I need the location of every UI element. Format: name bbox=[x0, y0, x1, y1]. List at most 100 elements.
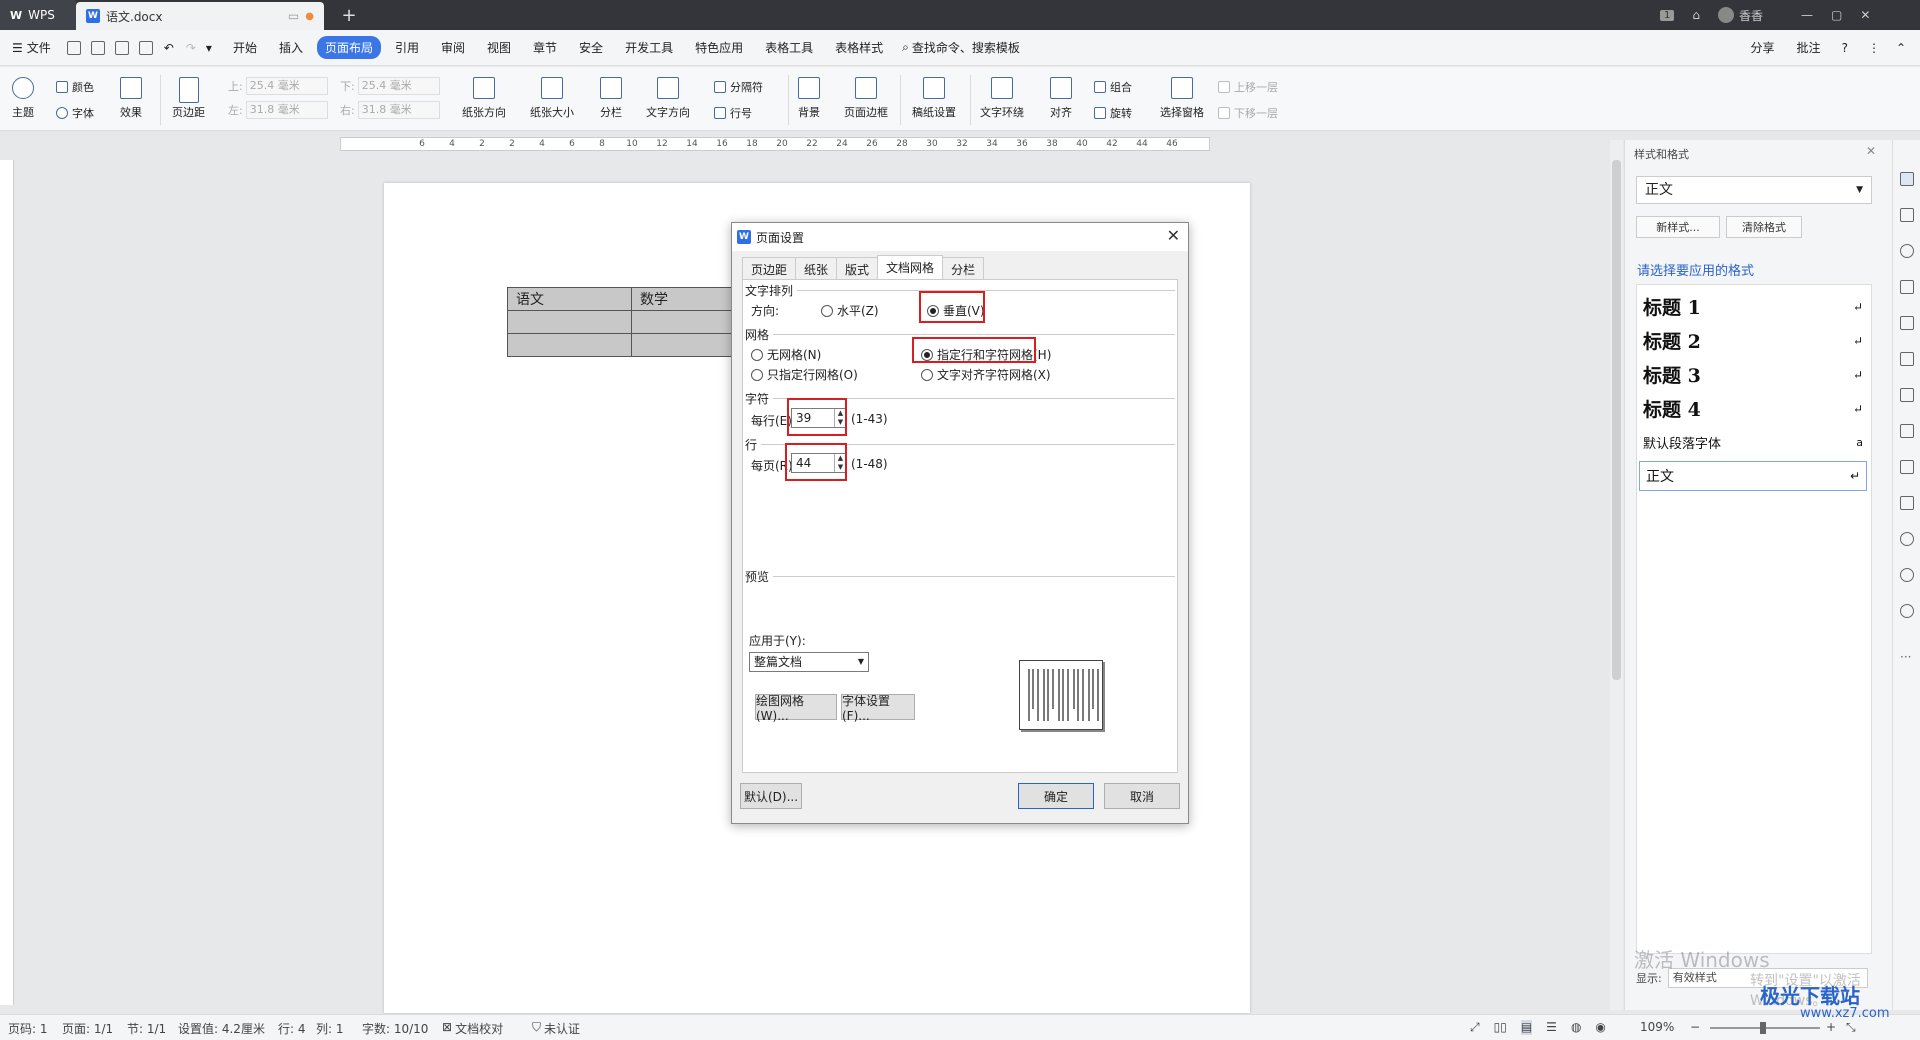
draw-grid-button[interactable]: 绘图网格(W)... bbox=[755, 694, 837, 723]
minimize-icon[interactable]: — bbox=[1801, 8, 1813, 22]
scrollbar-thumb[interactable] bbox=[1612, 160, 1621, 680]
status-setting-value[interactable]: 设置值: 4.2厘米 bbox=[178, 1020, 265, 1037]
left-margin-field[interactable]: 左: 31.8 毫米 bbox=[228, 101, 328, 119]
background-button[interactable]: 背景 bbox=[798, 77, 820, 120]
proofread-button[interactable]: ⊠ 文档校对 bbox=[442, 1020, 503, 1037]
menu-security[interactable]: 安全 bbox=[571, 36, 611, 59]
orientation-button[interactable]: 纸张方向 bbox=[462, 77, 506, 120]
collapse-ribbon-icon[interactable]: ⌃ bbox=[1896, 41, 1906, 55]
page-view-icon[interactable]: ▤ bbox=[1520, 1020, 1533, 1035]
style-heading-1[interactable]: 标题 1 ↵ bbox=[1643, 293, 1863, 320]
save-icon[interactable] bbox=[66, 40, 81, 55]
rotate-button[interactable]: 旋转 bbox=[1094, 105, 1132, 121]
text-effect-icon[interactable] bbox=[1900, 280, 1914, 294]
menu-special[interactable]: 特色应用 bbox=[687, 36, 751, 59]
table-tool-icon[interactable] bbox=[1900, 316, 1914, 330]
more-dots-icon[interactable]: ··· bbox=[1900, 650, 1911, 664]
dialog-title-bar[interactable]: W 页面设置 bbox=[732, 223, 1188, 251]
font-settings-button[interactable]: 字体设置(F)... bbox=[841, 694, 915, 723]
tab-margins[interactable]: 页边距 bbox=[742, 257, 797, 279]
no-grid-radio[interactable]: 无网格(N) bbox=[751, 346, 821, 363]
zoom-in-icon[interactable]: + bbox=[1826, 1020, 1836, 1034]
selection-pane-button[interactable]: 选择窗格 bbox=[1160, 77, 1204, 120]
panel-close-icon[interactable]: ✕ bbox=[1866, 144, 1876, 158]
text-direction-button[interactable]: 文字方向 bbox=[646, 77, 690, 120]
line-grid-only-radio[interactable]: 只指定行网格(O) bbox=[751, 366, 858, 383]
status-page-number[interactable]: 页码: 1 bbox=[8, 1020, 48, 1037]
eye-protection-icon[interactable]: ◉ bbox=[1595, 1020, 1605, 1035]
tab-layout[interactable]: 版式 bbox=[836, 257, 879, 279]
help-circle-icon[interactable] bbox=[1900, 604, 1914, 618]
zoom-level[interactable]: 109% bbox=[1640, 1020, 1674, 1034]
undo-icon[interactable]: ↶ bbox=[164, 41, 174, 55]
fullscreen-icon[interactable]: ⤢ bbox=[1470, 1020, 1480, 1035]
archive-icon[interactable] bbox=[1900, 460, 1914, 474]
ok-button[interactable]: 确定 bbox=[1018, 783, 1094, 809]
style-heading-3[interactable]: 标题 3 ↵ bbox=[1643, 361, 1863, 388]
status-section[interactable]: 节: 1/1 bbox=[127, 1020, 166, 1037]
align-button[interactable]: 对齐 bbox=[1050, 77, 1072, 120]
select-tool-icon[interactable] bbox=[1900, 208, 1914, 222]
right-margin-field[interactable]: 右: 31.8 毫米 bbox=[340, 101, 440, 119]
customize-qat-icon[interactable]: ▾ bbox=[206, 41, 212, 55]
shirt-icon[interactable]: ⌂ bbox=[1692, 8, 1700, 22]
table-cell[interactable]: 语文 bbox=[507, 287, 632, 311]
tab-paper[interactable]: 纸张 bbox=[795, 257, 838, 279]
history-icon[interactable] bbox=[1900, 568, 1914, 582]
style-heading-4[interactable]: 标题 4 ↵ bbox=[1643, 395, 1863, 422]
document-tab[interactable]: W 语文.docx ▭ ● bbox=[76, 2, 324, 30]
menu-developer[interactable]: 开发工具 bbox=[617, 36, 681, 59]
status-row[interactable]: 行: 4 bbox=[278, 1020, 306, 1037]
group-button[interactable]: 组合 bbox=[1094, 79, 1132, 95]
font-button[interactable]: 字体 bbox=[56, 105, 94, 121]
cancel-button[interactable]: 取消 bbox=[1104, 783, 1180, 809]
wps-app-tab[interactable]: W WPS bbox=[0, 0, 76, 30]
status-page[interactable]: 页面: 1/1 bbox=[62, 1020, 113, 1037]
bring-forward-button[interactable]: 上移一层 bbox=[1218, 79, 1278, 95]
new-tab-button[interactable]: + bbox=[334, 0, 364, 30]
text-wrap-button[interactable]: 文字环绕 bbox=[980, 77, 1024, 120]
menu-chapter[interactable]: 章节 bbox=[525, 36, 565, 59]
line-numbers-button[interactable]: 行号 bbox=[714, 105, 752, 121]
shapes-tool-icon[interactable] bbox=[1900, 244, 1914, 258]
dialog-close-icon[interactable]: ✕ bbox=[1167, 226, 1180, 245]
table-cell[interactable] bbox=[507, 310, 632, 334]
horizontal-ruler[interactable]: 6 4 2 2 4 6 8 10 12 14 16 18 20 22 24 26 28 30 32 34 36 38 40 4… bbox=[340, 137, 1210, 151]
menu-table-style[interactable]: 表格样式 bbox=[827, 36, 891, 59]
fit-page-icon[interactable]: ⤡ bbox=[1846, 1020, 1856, 1035]
align-char-grid-radio[interactable]: 文字对齐字符网格(X) bbox=[921, 366, 1051, 383]
translate-icon[interactable] bbox=[1900, 424, 1914, 438]
style-default-paragraph-font[interactable]: 默认段落字体 a bbox=[1643, 433, 1863, 452]
color-button[interactable]: 颜色 bbox=[56, 79, 94, 95]
manuscript-button[interactable]: 稿纸设置 bbox=[912, 77, 956, 120]
effect-button[interactable]: 效果 bbox=[120, 77, 142, 120]
status-word-count[interactable]: 字数: 10/10 bbox=[362, 1020, 428, 1037]
help-icon[interactable]: ? bbox=[1842, 41, 1848, 55]
document-tool-icon[interactable] bbox=[1900, 388, 1914, 402]
print-icon[interactable] bbox=[114, 40, 129, 55]
table-cell[interactable] bbox=[507, 333, 632, 357]
format-painter-icon[interactable] bbox=[90, 40, 105, 55]
hamburger-icon[interactable]: ☰ bbox=[12, 41, 23, 55]
styles-tool-icon[interactable] bbox=[1900, 172, 1914, 186]
print-preview-icon[interactable] bbox=[138, 40, 153, 55]
panel-title[interactable]: 样式和格式 bbox=[1634, 146, 1689, 162]
bottom-margin-field[interactable]: 下: 25.4 毫米 bbox=[340, 77, 440, 95]
page-border-button[interactable]: 页面边框 bbox=[844, 77, 888, 120]
share-button[interactable]: 分享 bbox=[1743, 36, 1783, 59]
redo-icon[interactable]: ↷ bbox=[186, 41, 196, 55]
menu-view[interactable]: 视图 bbox=[479, 36, 519, 59]
current-style-select[interactable]: 正文 ▼ bbox=[1636, 176, 1872, 204]
document-table[interactable]: 语文 数学 bbox=[507, 287, 756, 357]
zoom-out-icon[interactable]: − bbox=[1690, 1020, 1700, 1034]
horizontal-radio[interactable]: 水平(Z) bbox=[821, 302, 879, 319]
style-heading-2[interactable]: 标题 2 ↵ bbox=[1643, 327, 1863, 354]
menu-file[interactable]: 文件 bbox=[27, 36, 59, 59]
default-button[interactable]: 默认(D)... bbox=[740, 783, 802, 809]
menu-home[interactable]: 开始 bbox=[225, 36, 265, 59]
clear-format-button[interactable]: 清除格式 bbox=[1726, 216, 1802, 238]
maximize-icon[interactable]: ▢ bbox=[1831, 8, 1842, 22]
outline-view-icon[interactable]: ☰ bbox=[1546, 1020, 1557, 1035]
apply-to-select[interactable]: 整篇文档 ▼ bbox=[749, 652, 869, 672]
send-backward-button[interactable]: 下移一层 bbox=[1218, 105, 1278, 121]
